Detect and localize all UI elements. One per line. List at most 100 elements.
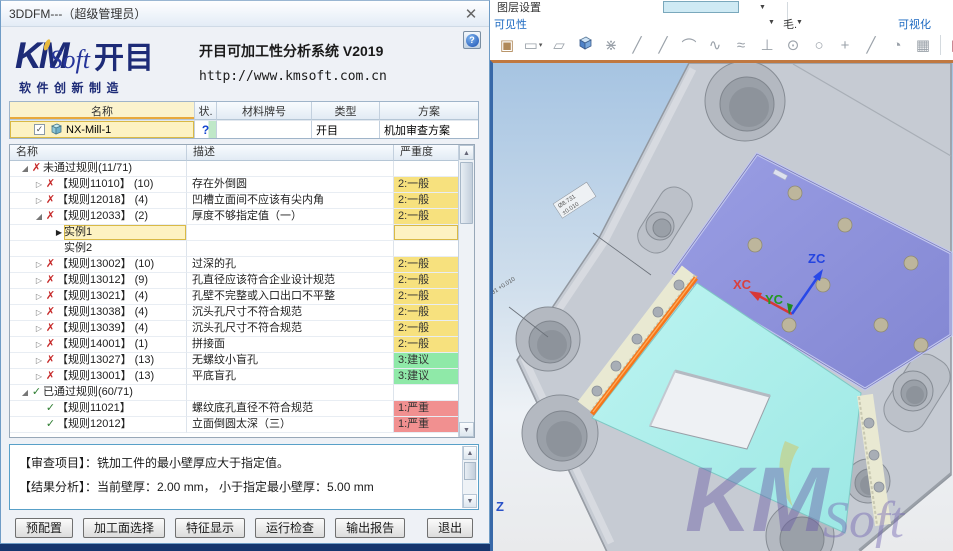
rule-name: 【规则12033】 (2) [57, 209, 148, 224]
rule-row[interactable]: ▷✗【规则14001】 (1)拼接面2:一般 [10, 337, 474, 353]
chevron-down-icon[interactable]: ▼ [768, 19, 775, 26]
part-checkbox[interactable]: ✓ [34, 124, 45, 135]
run-check-button[interactable]: 运行检查 [255, 518, 325, 538]
plus-icon[interactable]: + [832, 37, 858, 54]
scroll-up-icon[interactable]: ▲ [459, 145, 474, 160]
rule-row[interactable]: ◢✓已通过规则(60/71) [10, 385, 474, 401]
tree-expander-icon[interactable]: ▷ [34, 177, 44, 192]
datum-axis-icon[interactable]: ⊥ [754, 36, 780, 54]
tree-expander-icon[interactable]: ◢ [34, 209, 44, 224]
rule-row[interactable]: ▶实例1 [10, 225, 474, 241]
rule-row[interactable]: ▷✗【规则13027】 (13)无螺纹小盲孔3:建议 [10, 353, 474, 369]
rule-row[interactable]: ▷✗【规则13002】 (10)过深的孔2:一般 [10, 257, 474, 273]
product-url: http://www.kmsoft.com.cn [199, 69, 479, 84]
part-name: NX-Mill-1 [66, 124, 111, 136]
rule-row[interactable]: ✓【规则12012】立面倒圆太深（三）1:严重 [10, 417, 474, 433]
line2-icon[interactable]: ╱ [650, 36, 676, 54]
logo-kaimu: 开目 [94, 42, 154, 75]
tree-expander-icon[interactable]: ◢ [20, 385, 30, 400]
feature-display-button[interactable]: 特征显示 [175, 518, 245, 538]
summary-data-row[interactable]: ✓ NX-Mill-1 ? 开目 机加审查方案 [10, 120, 478, 138]
scroll-thumb[interactable] [460, 162, 473, 224]
rule-row[interactable]: ▷✗【规则12018】 (4)凹槽立面间不应该有尖内角2:一般 [10, 193, 474, 209]
part-summary-table: 名称状.材料牌号类型方案 ✓ NX-Mill-1 ? 开目 机加审查方案 [9, 101, 479, 139]
grid-icon[interactable]: ▦ [910, 36, 936, 54]
rule-row[interactable]: ▷✗【规则13039】 (4)沉头孔尺寸不符合规范2:一般 [10, 321, 474, 337]
tree-expander-icon[interactable]: ▷ [34, 193, 44, 208]
rules-column-header[interactable]: 严重度 [394, 145, 459, 161]
iso-box-icon[interactable]: ▱ [546, 36, 572, 54]
select-rect-icon[interactable]: ▭▾ [520, 36, 546, 54]
circle-icon[interactable]: ○ [806, 37, 832, 54]
rule-description: 螺纹底孔直径不符合规范 [187, 401, 394, 417]
rules-scrollbar[interactable]: ▲ ▼ [458, 145, 474, 437]
diagonal-icon[interactable]: ╱ [858, 36, 884, 54]
move-icon[interactable]: ⋇ [598, 36, 624, 54]
scroll-down-icon[interactable]: ▼ [463, 494, 477, 508]
tree-expander-icon[interactable]: ▷ [34, 273, 44, 288]
tool-colored-icon[interactable]: ▥ [945, 36, 953, 54]
rule-row[interactable]: ✓【规则11021】螺纹底孔直径不符合规范1:严重 [10, 401, 474, 417]
rule-row[interactable]: ▷✗【规则11010】 (10)存在外倒圆2:一般 [10, 177, 474, 193]
result-scrollbar[interactable]: ▲ ▼ [462, 446, 477, 508]
nx-window: 图层设置 ▼ 可见性 ▼ 毛. ▼ 可视化 ▣▭▾▱⋇╱╱⌒∿≈⊥⊙○+╱◔▦▥ [490, 0, 953, 551]
graphics-viewport[interactable]: XC ZC YC [490, 60, 953, 551]
dialog-titlebar[interactable]: 3DDFM---（超级管理员） ✕ [1, 1, 489, 27]
line-icon[interactable]: ╱ [624, 36, 650, 54]
rule-row[interactable]: ◢✗【规则12033】 (2)厚度不够指定值（一）2:一般 [10, 209, 474, 225]
exit-button[interactable]: 退出 [427, 518, 473, 538]
tool-partial-icon[interactable]: ▣ [494, 36, 520, 54]
rule-row[interactable]: 实例2 [10, 241, 474, 257]
svg-text:KM: KM [685, 449, 830, 551]
preconfig-button[interactable]: 预配置 [15, 518, 73, 538]
tree-expander-icon[interactable]: ▷ [34, 305, 44, 320]
shaded-cube-icon[interactable] [572, 35, 598, 55]
scroll-thumb[interactable] [464, 462, 476, 480]
rule-name: 【规则13001】 (13) [57, 369, 154, 384]
scroll-down-icon[interactable]: ▼ [459, 422, 474, 437]
summary-column-header[interactable]: 名称 [10, 102, 195, 120]
chevron-down-icon[interactable]: ▼ [796, 19, 803, 26]
machining-face-select-button[interactable]: 加工面选择 [83, 518, 165, 538]
rule-row[interactable]: ▷✗【规则13001】 (13)平底盲孔3:建议 [10, 369, 474, 385]
review-item-line: 【审查项目】：铣加工件的最小壁厚应大于指定值。 [19, 451, 456, 475]
curve-icon[interactable]: ≈ [728, 37, 754, 54]
rule-row[interactable]: ▷✗【规则13021】 (4)孔壁不完整或入口出口不平整2:一般 [10, 289, 474, 305]
output-report-button[interactable]: 输出报告 [335, 518, 405, 538]
tree-expander-icon[interactable]: ▷ [34, 337, 44, 352]
tree-expander-icon[interactable]: ▷ [34, 257, 44, 272]
tree-expander-icon[interactable]: ▷ [34, 369, 44, 384]
close-icon[interactable]: ✕ [461, 5, 481, 23]
summary-column-header[interactable]: 材料牌号 [217, 102, 312, 120]
tree-expander-icon[interactable]: ▷ [34, 321, 44, 336]
summary-column-header[interactable]: 类型 [312, 102, 380, 120]
tree-expander-icon[interactable]: ▷ [34, 289, 44, 304]
layer-settings-label[interactable]: 图层设置 [497, 0, 541, 15]
rule-description: 存在外倒圆 [187, 177, 394, 193]
tree-expander-icon[interactable]: ▷ [34, 353, 44, 368]
rule-row[interactable]: ◢✗未通过规则(11/71) [10, 161, 474, 177]
nx-cue-bar [0, 544, 490, 551]
summary-column-header[interactable]: 方案 [380, 102, 478, 120]
layer-combo[interactable] [663, 1, 739, 13]
spline-icon[interactable]: ∿ [702, 36, 728, 54]
face-icon[interactable]: ◔ [884, 37, 910, 54]
arc-icon[interactable]: ⌒ [676, 35, 702, 56]
nx-toolbar: ▣▭▾▱⋇╱╱⌒∿≈⊥⊙○+╱◔▦▥ [490, 30, 953, 60]
circle-center-icon[interactable]: ⊙ [780, 36, 806, 54]
rule-name: 【规则13021】 (4) [57, 289, 148, 304]
chevron-down-icon[interactable]: ▼ [759, 4, 766, 11]
rule-row[interactable]: ▷✗【规则13012】 (9)孔直径应该符合企业设计规范2:一般 [10, 273, 474, 289]
rules-column-header[interactable]: 名称 [10, 145, 187, 161]
rule-description: 凹槽立面间不应该有尖内角 [187, 193, 394, 209]
tree-expander-icon[interactable]: ◢ [20, 161, 30, 176]
summary-column-header[interactable]: 状. [195, 102, 217, 120]
tree-expander-icon[interactable]: ▶ [54, 225, 64, 240]
rule-row[interactable]: ▷✗【规则13038】 (4)沉头孔尺寸不符合规范2:一般 [10, 305, 474, 321]
fail-x-icon: ✗ [44, 209, 57, 224]
rules-column-header[interactable]: 描述 [187, 145, 394, 161]
rule-name: 实例2 [64, 241, 92, 256]
scroll-up-icon[interactable]: ▲ [463, 446, 477, 460]
severity-badge [394, 241, 459, 257]
chevron-down-icon[interactable]: ▾ [539, 42, 543, 49]
